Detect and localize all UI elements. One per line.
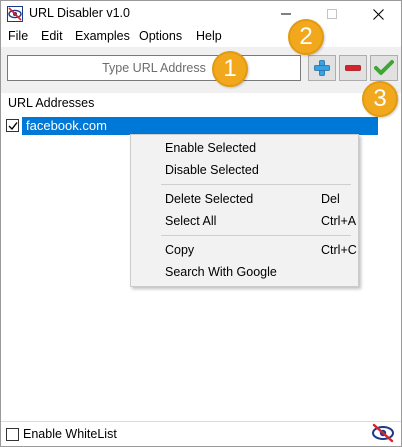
ctx-search-google[interactable]: Search With Google: [132, 261, 357, 283]
list-item-label[interactable]: facebook.com: [22, 117, 378, 135]
list-header: URL Addresses: [8, 96, 95, 110]
menu-options[interactable]: Options: [139, 29, 182, 43]
checkmark-icon: [374, 60, 394, 75]
ctx-separator: [161, 235, 351, 236]
ctx-select-all[interactable]: Select All Ctrl+A: [132, 210, 357, 232]
ctx-copy[interactable]: Copy Ctrl+C: [132, 239, 357, 261]
add-url-button[interactable]: [308, 55, 336, 81]
title-bar[interactable]: URL Disabler v1.0: [1, 1, 401, 27]
context-menu: Enable Selected Disable Selected Delete …: [130, 134, 359, 287]
ctx-item-label: Copy: [165, 243, 195, 257]
eye-logo-icon: [7, 6, 23, 22]
menu-help[interactable]: Help: [196, 29, 222, 43]
menu-bar: File Edit Examples Options Help: [1, 27, 401, 47]
ctx-item-label: Search With Google: [165, 265, 277, 279]
window-title: URL Disabler v1.0: [29, 6, 130, 20]
ctx-item-label: Select All: [165, 214, 217, 228]
apply-button[interactable]: [370, 55, 398, 81]
ctx-item-shortcut: Ctrl+A: [321, 214, 357, 228]
whitelist-checkbox[interactable]: [6, 428, 19, 441]
url-input[interactable]: [7, 55, 301, 81]
callout-badge-1: 1: [212, 51, 248, 87]
ctx-item-label: Disable Selected: [165, 163, 259, 177]
ctx-delete-selected[interactable]: Delete Selected Del: [132, 188, 357, 210]
close-icon: [372, 8, 384, 20]
callout-badge-3: 3: [362, 81, 398, 117]
ctx-item-shortcut: Del: [321, 192, 340, 206]
footer-divider: [1, 421, 401, 422]
menu-file[interactable]: File: [8, 29, 28, 43]
ctx-item-shortcut: Ctrl+C: [321, 243, 357, 257]
ctx-disable-selected[interactable]: Disable Selected: [132, 159, 357, 181]
plus-icon: [314, 60, 330, 76]
menu-examples[interactable]: Examples: [75, 29, 130, 43]
app-window: URL Disabler v1.0 File Edit Examples Opt…: [0, 0, 402, 447]
check-icon: [8, 121, 18, 130]
maximize-icon: [327, 9, 337, 19]
remove-url-button[interactable]: [339, 55, 367, 81]
menu-edit[interactable]: Edit: [41, 29, 63, 43]
list-item-checkbox[interactable]: [6, 119, 19, 132]
toolbar: [1, 47, 401, 93]
close-button[interactable]: [355, 1, 401, 27]
list-item[interactable]: facebook.com: [6, 117, 378, 135]
ctx-separator: [161, 184, 351, 185]
ctx-item-label: Delete Selected: [165, 192, 254, 206]
minimize-icon: [281, 13, 291, 15]
minus-icon: [345, 65, 361, 71]
eye-logo-icon: [371, 423, 395, 443]
whitelist-label[interactable]: Enable WhiteList: [23, 427, 117, 441]
callout-badge-2: 2: [288, 19, 324, 55]
ctx-enable-selected[interactable]: Enable Selected: [132, 137, 357, 159]
ctx-item-label: Enable Selected: [165, 141, 257, 155]
